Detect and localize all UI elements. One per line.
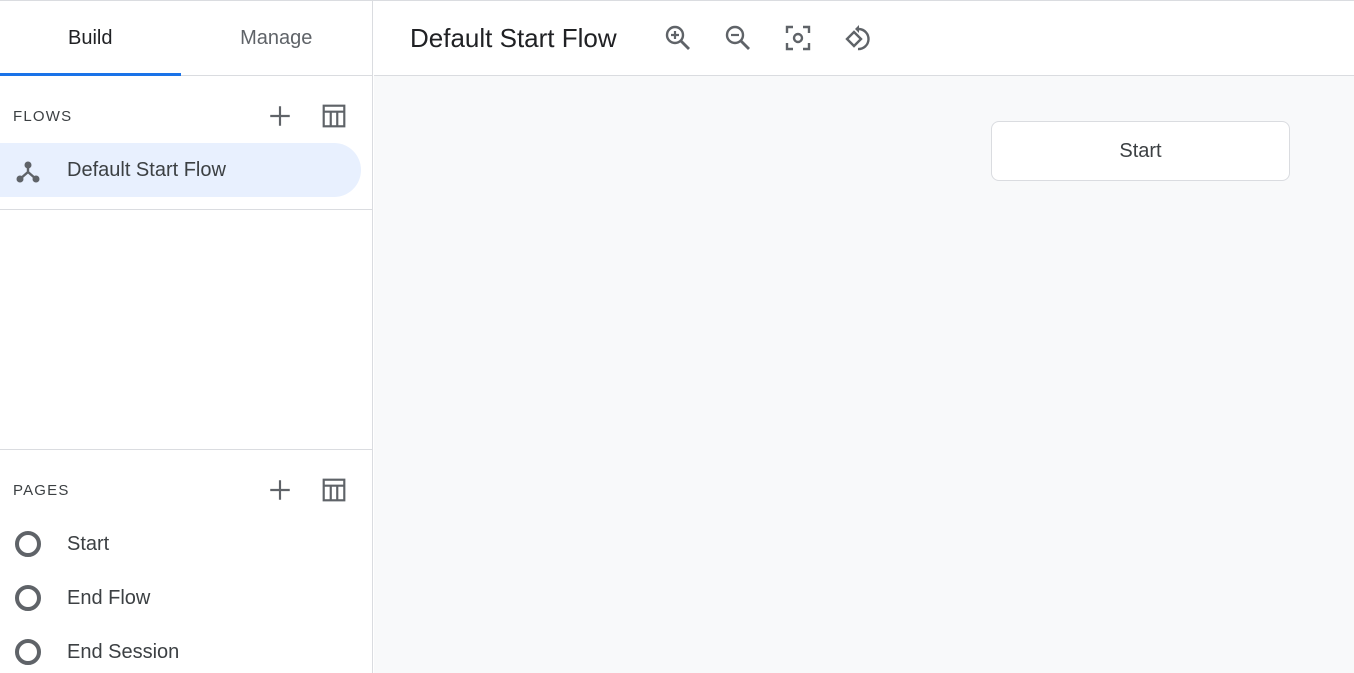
table-view-icon [322, 478, 346, 502]
tab-manage[interactable]: Manage [181, 1, 372, 75]
flow-canvas-area: Default Start Flow Start [374, 1, 1354, 673]
pages-section-header: PAGES [0, 463, 373, 517]
table-view-icon [322, 104, 346, 128]
page-item-label: Start [67, 532, 110, 555]
center-focus-button[interactable] [781, 21, 815, 55]
sidebar-tabs: Build Manage [0, 1, 372, 76]
center-focus-icon [785, 25, 811, 51]
page-item-end-session[interactable]: End Session [0, 625, 373, 673]
add-page-button[interactable] [262, 472, 298, 508]
flow-icon [16, 161, 40, 183]
flows-table-view-button[interactable] [316, 98, 352, 134]
zoom-in-button[interactable] [661, 21, 695, 55]
page-item-label: End Flow [67, 586, 151, 609]
flows-section-header: FLOWS [0, 89, 373, 143]
divider [0, 209, 373, 210]
zoom-out-button[interactable] [721, 21, 755, 55]
flow-item-label: Default Start Flow [67, 158, 226, 181]
flow-item-default-start-flow[interactable]: Default Start Flow [0, 143, 361, 197]
canvas-toolbar: Default Start Flow [374, 1, 1354, 76]
pages-table-view-button[interactable] [316, 472, 352, 508]
tab-build[interactable]: Build [0, 1, 181, 76]
start-node[interactable]: Start [991, 121, 1290, 181]
divider [0, 449, 373, 450]
zoom-in-icon [665, 25, 690, 50]
page-item-end-flow[interactable]: End Flow [0, 571, 373, 625]
rotate-button[interactable] [841, 21, 875, 55]
add-icon [270, 480, 290, 500]
zoom-out-icon [725, 25, 750, 50]
page-circle-icon [15, 639, 41, 665]
page-item-label: End Session [67, 640, 180, 663]
add-icon [270, 106, 290, 126]
sidebar: Build Manage FLOWS Default Start Flow PA… [0, 1, 373, 673]
flow-title: Default Start Flow [410, 23, 617, 53]
rotate-icon [845, 25, 870, 51]
page-circle-icon [15, 531, 41, 557]
pages-section-title: PAGES [13, 481, 70, 499]
add-flow-button[interactable] [262, 98, 298, 134]
page-item-start[interactable]: Start [0, 517, 373, 571]
page-circle-icon [15, 585, 41, 611]
flows-section-title: FLOWS [13, 107, 73, 125]
app-window: Build Manage FLOWS Default Start Flow PA… [0, 0, 1354, 673]
